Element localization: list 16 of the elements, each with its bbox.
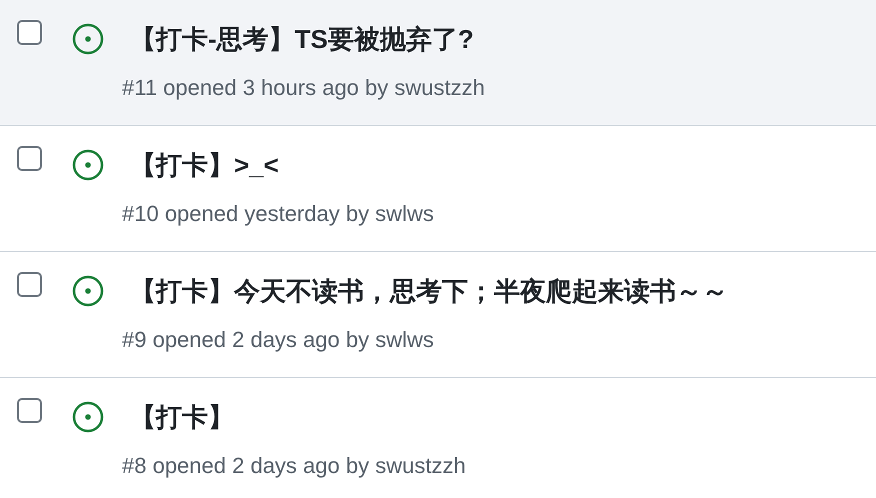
issue-title[interactable]: 【打卡】今天不读书，思考下；半夜爬起来读书～～: [130, 272, 728, 310]
checkbox[interactable]: [17, 20, 42, 45]
issue-meta: #10 opened yesterday by swlws: [122, 200, 434, 228]
checkbox[interactable]: [17, 398, 42, 423]
open-issue-icon: [72, 401, 104, 433]
issue-meta: #8 opened 2 days ago by swustzzh: [122, 452, 466, 480]
issue-meta: #11 opened 3 hours ago by swustzzh: [122, 74, 485, 102]
checkbox[interactable]: [17, 272, 42, 297]
open-issue-icon: [72, 275, 104, 307]
issue-title[interactable]: 【打卡-思考】TS要被抛弃了?: [130, 20, 474, 58]
open-issue-icon: [72, 149, 104, 181]
issue-title[interactable]: 【打卡】>_<: [130, 146, 279, 184]
issue-title[interactable]: 【打卡】: [130, 398, 234, 436]
checkbox[interactable]: [17, 146, 42, 171]
issue-meta: #9 opened 2 days ago by swlws: [122, 326, 434, 354]
open-issue-icon: [72, 23, 104, 55]
